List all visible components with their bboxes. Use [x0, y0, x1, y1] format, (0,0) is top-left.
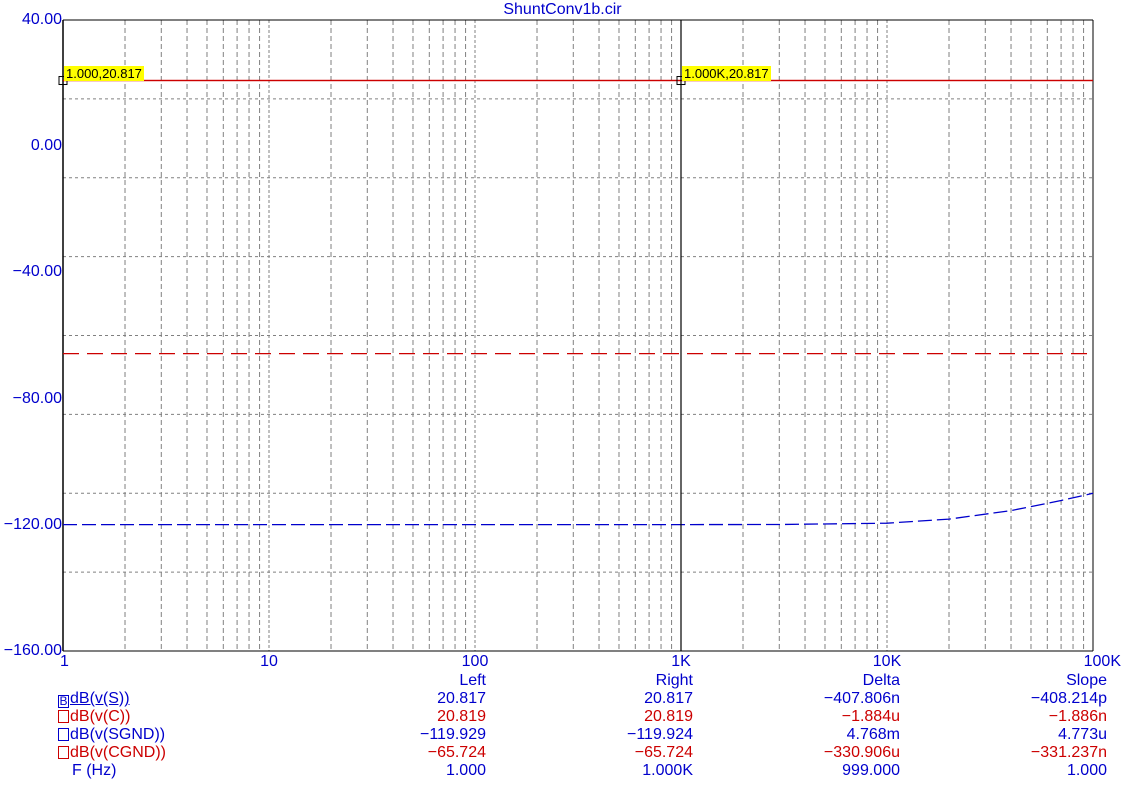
readout-delta: −330.906u	[823, 744, 900, 761]
readout-delta: −1.884u	[841, 708, 900, 725]
readout-slope: 4.773u	[1058, 726, 1107, 743]
readout-row[interactable]: dB(v(SGND)) −119.929 −119.924 4.768m 4.773u	[58, 726, 1107, 744]
readout-right: −65.724	[634, 744, 693, 761]
y-tick-label: −80.00	[12, 389, 62, 407]
readout-left: 20.817	[437, 690, 486, 707]
trace-label: dB(v(SGND))	[70, 726, 166, 743]
chart-title: ShuntConv1b.cir	[503, 1, 622, 18]
readout-left: −65.724	[427, 744, 486, 761]
trace-select-box[interactable]	[58, 710, 69, 723]
y-tick-label: −40.00	[12, 263, 62, 281]
series-line-3	[63, 492, 1094, 526]
readout-slope: −408.214p	[1030, 690, 1107, 707]
header-slope: Slope	[1066, 672, 1107, 689]
header-left: Left	[459, 672, 486, 689]
trace-select-box[interactable]	[58, 728, 69, 741]
trace-label: dB(v(CGND))	[70, 744, 166, 761]
x-tick-label: 10	[260, 653, 278, 670]
header-right: Right	[655, 672, 693, 689]
x-tick-label: 1K	[671, 653, 691, 670]
readout-right: 20.819	[644, 708, 693, 725]
readout-left: 20.819	[437, 708, 486, 725]
header-delta: Delta	[862, 672, 900, 689]
trace-select-box[interactable]	[58, 746, 69, 759]
frequency-slope: 1.000	[1066, 762, 1107, 779]
x-tick-label: 10K	[872, 653, 902, 670]
trace-name[interactable]: dB(v(SGND))	[58, 726, 262, 744]
trace-select-box[interactable]: B	[58, 695, 69, 708]
cursor-value-tag: 1.000,20.817	[64, 65, 144, 81]
cursor-readout-table: Left Right Delta Slope BdB(v(S)) 20.817 20…	[58, 672, 1107, 780]
cursor-value-tag: 1.000K,20.817	[682, 65, 771, 81]
readout-delta: 4.768m	[846, 726, 900, 743]
readout-slope: −1.886n	[1048, 708, 1107, 725]
readout-row[interactable]: dB(v(CGND)) −65.724 −65.724 −330.906u −331.2…	[58, 744, 1107, 762]
frequency-row: F (Hz) 1.000 1.000K 999.000 1.000	[58, 762, 1107, 780]
y-tick-label: −160.00	[3, 642, 62, 659]
trace-name[interactable]: dB(v(C))	[58, 708, 262, 726]
frequency-right: 1.000K	[642, 762, 693, 779]
readout-row[interactable]: BdB(v(S)) 20.817 20.817 −407.806n −408.214p	[58, 690, 1107, 708]
y-tick-label: 40.00	[21, 11, 62, 28]
readout-row[interactable]: dB(v(C)) 20.819 20.819 −1.884u −1.886n	[58, 708, 1107, 726]
trace-name[interactable]: dB(v(CGND))	[58, 744, 262, 762]
trace-label: dB(v(S))	[70, 690, 130, 707]
readout-right: 20.817	[644, 690, 693, 707]
readout-right: −119.924	[627, 726, 693, 743]
readout-header-row: Left Right Delta Slope	[58, 672, 1107, 690]
x-tick-label: 100K	[1083, 653, 1121, 670]
readout-slope: −331.237n	[1030, 744, 1107, 761]
trace-name[interactable]: BdB(v(S))	[58, 690, 262, 708]
readout-left: −119.929	[420, 726, 486, 743]
frequency-delta: 999.000	[842, 762, 900, 779]
readout-delta: −407.806n	[823, 690, 900, 707]
x-tick-label: 100	[461, 653, 489, 670]
x-tick-label: 1	[60, 653, 69, 670]
frequency-left: 1.000	[445, 762, 486, 779]
trace-label: dB(v(C))	[70, 708, 131, 725]
plot-area[interactable]	[0, 0, 1125, 670]
y-tick-label: 0.00	[30, 137, 62, 155]
frequency-label: F (Hz)	[72, 762, 117, 779]
y-tick-label: −120.00	[3, 515, 62, 533]
